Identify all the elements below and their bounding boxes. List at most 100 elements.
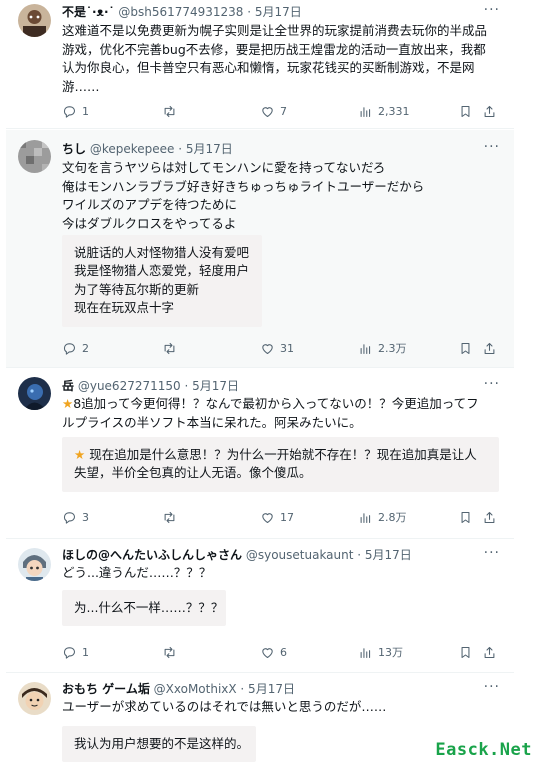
share-button[interactable] bbox=[482, 101, 497, 121]
tweet[interactable]: ほしの@へんたいふしんしゃさん @syousetuakaunt · 5月17日 … bbox=[6, 540, 514, 673]
views-icon bbox=[360, 647, 371, 658]
translation-line: 现在追加是什么意思！？为什么一开始就不存在！？现在追加真是让人 bbox=[89, 447, 477, 462]
more-options-icon[interactable]: ··· bbox=[484, 678, 500, 696]
translation-line: 为了等待瓦尔斯的更新 bbox=[74, 281, 200, 297]
reply-icon bbox=[63, 105, 76, 118]
translation-line: 说脏话的人对怪物猎人没有爱吧 bbox=[74, 245, 250, 260]
heart-icon bbox=[262, 647, 273, 658]
tweet-line: 这难道不是以免费更新为幌子实则是让全世界的玩家提前消费去玩你的半成品 bbox=[62, 23, 488, 38]
action-bar: 2 31 2.3万 bbox=[62, 338, 500, 358]
reply-icon bbox=[63, 646, 76, 659]
action-bar: 1 7 2,331 bbox=[62, 101, 500, 121]
display-name[interactable]: 不是˙·ᴥ·˙ bbox=[62, 5, 115, 19]
translation-line: 失望，半价全包真的让人无语。像个傻瓜。 bbox=[74, 465, 312, 481]
watermark: Easck.Net bbox=[433, 740, 534, 760]
reply-icon bbox=[63, 342, 76, 355]
tweet-line: どう...違うんだ……？？？ bbox=[62, 565, 212, 580]
share-icon bbox=[484, 646, 495, 658]
display-name[interactable]: ほしの@へんたいふしんしゃさん bbox=[62, 548, 242, 562]
views-button[interactable]: 2.8万 bbox=[358, 507, 407, 527]
tweet-line: ルプライスの半ソフト本当に呆れた。阿呆みたいに。 bbox=[62, 414, 362, 430]
retweet-button[interactable] bbox=[162, 338, 182, 358]
reply-button[interactable]: 1 bbox=[62, 101, 89, 121]
translation-line: 为...什么不一样……？？？ bbox=[74, 600, 224, 615]
bookmark-button[interactable] bbox=[458, 338, 473, 358]
more-options-icon[interactable]: ··· bbox=[484, 375, 500, 393]
tweet-header: おもち ゲーム垢 @XxoMothixX · 5月17日 ··· bbox=[62, 678, 500, 698]
bookmark-button[interactable] bbox=[458, 642, 473, 662]
avatar[interactable] bbox=[18, 377, 51, 410]
views-button[interactable]: 2,331 bbox=[358, 101, 410, 121]
handle-and-date[interactable]: @bsh561774931238 · 5月17日 bbox=[118, 5, 301, 19]
more-options-icon[interactable]: ··· bbox=[484, 138, 500, 156]
tweet-text: どう...違うんだ……？？？ bbox=[62, 564, 500, 583]
like-count: 6 bbox=[280, 645, 287, 659]
views-count: 2.8万 bbox=[378, 511, 407, 524]
translation-box: 说脏话的人对怪物猎人没有爱吧 我是怪物猎人恋爱党，轻度用户 为了等待瓦尔斯的更新… bbox=[62, 235, 262, 327]
retweet-button[interactable] bbox=[162, 101, 182, 121]
translation-box: 为...什么不一样……？？？ bbox=[62, 590, 226, 627]
more-options-icon[interactable]: ··· bbox=[484, 544, 500, 562]
star-icon: ★ bbox=[62, 396, 74, 411]
views-count: 13万 bbox=[378, 646, 403, 659]
avatar[interactable] bbox=[18, 548, 51, 581]
display-name[interactable]: ちし bbox=[62, 142, 86, 156]
retweet-button[interactable] bbox=[162, 507, 182, 527]
views-count: 2,331 bbox=[378, 104, 410, 118]
avatar[interactable] bbox=[18, 682, 51, 715]
retweet-icon bbox=[164, 105, 175, 117]
views-button[interactable]: 2.3万 bbox=[358, 338, 407, 358]
handle-and-date[interactable]: @yue627271150 · 5月17日 bbox=[78, 379, 239, 393]
display-name[interactable]: 岳 bbox=[62, 379, 74, 393]
reply-button[interactable]: 3 bbox=[62, 507, 89, 527]
reply-button[interactable]: 1 bbox=[62, 642, 89, 662]
tweet-text: ★8追加って今更何得！？なんで最初から入ってないの！？今更追加ってフ ルプライス… bbox=[62, 395, 500, 432]
share-button[interactable] bbox=[482, 338, 497, 358]
bookmark-button[interactable] bbox=[458, 101, 473, 121]
tweet-line: 认为你良心，但卡普空只有恶心和懒惰，玩家花钱买的买断制游戏，不是网 bbox=[62, 60, 475, 76]
bookmark-icon bbox=[461, 342, 470, 354]
share-icon bbox=[484, 511, 495, 523]
tweet[interactable]: 岳 @yue627271150 · 5月17日 ··· ★8追加って今更何得！？… bbox=[6, 369, 514, 539]
translation-box: 我认为用户想要的不是这样的。 bbox=[62, 726, 256, 763]
tweet-text: 这难道不是以免费更新为幌子实则是让全世界的玩家提前消费去玩你的半成品 游戏，优化… bbox=[62, 22, 500, 96]
reply-button[interactable]: 2 bbox=[62, 338, 89, 358]
heart-icon bbox=[262, 343, 273, 354]
tweet-line: 俺はモンハンラブラブ好き好きちゅっちゅライトユーザーだから bbox=[62, 178, 425, 194]
like-count: 31 bbox=[280, 341, 294, 355]
share-button[interactable] bbox=[482, 642, 497, 662]
like-button[interactable]: 6 bbox=[260, 642, 287, 662]
handle-and-date[interactable]: @syousetuakaunt · 5月17日 bbox=[246, 548, 412, 562]
like-button[interactable]: 31 bbox=[260, 338, 294, 358]
tweet[interactable]: 不是˙·ᴥ·˙ @bsh561774931238 · 5月17日 ··· 这难道… bbox=[6, 0, 514, 129]
like-button[interactable]: 7 bbox=[260, 101, 287, 121]
tweet-text: 文句を言うヤツらは対してモンハンに愛を持ってないだろ 俺はモンハンラブラブ好き好… bbox=[62, 159, 500, 233]
retweet-icon bbox=[164, 511, 175, 523]
action-bar: 3 17 2.8万 bbox=[62, 507, 500, 527]
tweet-header: 岳 @yue627271150 · 5月17日 ··· bbox=[62, 375, 500, 395]
views-button[interactable]: 13万 bbox=[358, 642, 403, 662]
avatar[interactable] bbox=[18, 4, 51, 37]
bookmark-icon bbox=[461, 105, 470, 117]
display-name[interactable]: おもち ゲーム垢 bbox=[62, 682, 150, 696]
share-icon bbox=[484, 342, 495, 354]
star-icon: ★ bbox=[74, 447, 86, 462]
retweet-button[interactable] bbox=[162, 642, 182, 662]
share-button[interactable] bbox=[482, 507, 497, 527]
tweet-header: ほしの@へんたいふしんしゃさん @syousetuakaunt · 5月17日 … bbox=[62, 544, 500, 564]
heart-icon bbox=[262, 106, 273, 117]
like-button[interactable]: 17 bbox=[260, 507, 294, 527]
avatar[interactable] bbox=[18, 140, 51, 173]
handle-and-date[interactable]: @kepekepeee · 5月17日 bbox=[90, 142, 233, 156]
reply-count: 2 bbox=[82, 341, 89, 355]
retweet-icon bbox=[164, 342, 175, 354]
tweet[interactable]: ちし @kepekepeee · 5月17日 ··· 文句を言うヤツらは対してモ… bbox=[6, 130, 514, 368]
reply-count: 1 bbox=[82, 645, 89, 659]
tweet-text: ユーザーが求めているのはそれでは無いと思うのだが…… bbox=[62, 698, 500, 717]
bookmark-button[interactable] bbox=[458, 507, 473, 527]
handle-and-date[interactable]: @XxoMothixX · 5月17日 bbox=[154, 682, 295, 696]
bookmark-icon bbox=[461, 646, 470, 658]
views-icon bbox=[360, 106, 371, 117]
more-options-icon[interactable]: ··· bbox=[484, 1, 500, 19]
views-count: 2.3万 bbox=[378, 342, 407, 355]
